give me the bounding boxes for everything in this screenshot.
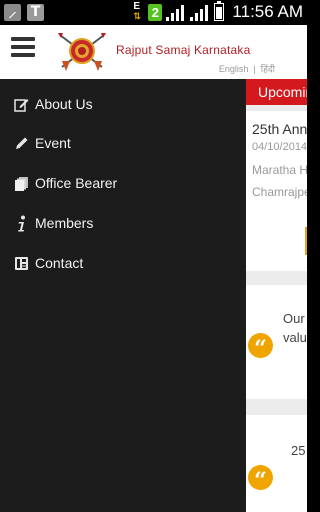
menu-item-about-us[interactable]: About Us: [0, 84, 246, 124]
data-arrows: ⇅: [133, 11, 141, 21]
menu-item-label: Contact: [35, 255, 84, 271]
menu-item-label: About Us: [35, 96, 93, 112]
quote-icon: “: [248, 465, 273, 494]
menu-item-event[interactable]: Event: [0, 123, 246, 163]
menu-item-contact[interactable]: Contact: [0, 243, 246, 283]
menu-item-office-bearer[interactable]: Office Bearer: [0, 163, 246, 203]
event-city: Chamrajpet: [252, 185, 307, 199]
clock: 11:56 AM: [232, 2, 303, 21]
battery-icon: [214, 1, 225, 21]
hamburger-icon[interactable]: [11, 37, 35, 57]
notification-icons: T: [4, 4, 44, 21]
system-icons: E ⇅ 2 11:56 AM: [132, 1, 303, 22]
status-bar: T E ⇅ 2 11:56 AM: [0, 0, 307, 25]
navigation-drawer: About Us Event Office Bearer Members Con…: [0, 79, 246, 512]
rajput-samaj-crest-logo: [58, 33, 106, 71]
tab-upcoming[interactable]: Upcoming: [246, 79, 307, 105]
signal-icon: [190, 4, 210, 21]
pencil-icon: [13, 135, 29, 151]
edit-icon: [13, 96, 29, 112]
menu-item-label: Event: [35, 135, 71, 151]
event-venue: Maratha Hostel: [252, 163, 307, 177]
event-card[interactable]: 25th Anniversary 04/10/2014 Maratha Host…: [246, 111, 307, 271]
event-title: 25th Anniversary: [252, 121, 307, 137]
gallery-icon: [4, 4, 21, 21]
menu-item-label: Office Bearer: [35, 175, 118, 191]
app-header: Rajput Samaj Karnataka English | हिंदी: [0, 25, 307, 79]
quote-icon: “: [248, 333, 273, 362]
quote-line: 25: [291, 443, 306, 458]
language-switcher: English | हिंदी: [219, 62, 275, 75]
lang-english-link[interactable]: English: [219, 64, 249, 74]
quote-card: “ 25: [246, 415, 307, 512]
sim-slot-badge: 2: [148, 3, 163, 21]
phone-book-icon: [13, 255, 29, 271]
event-accent-bar: [305, 227, 307, 255]
documents-icon: [13, 175, 29, 191]
quote-card: “ Our value: [246, 285, 307, 399]
signal-icon: [166, 4, 186, 21]
menu-item-members[interactable]: Members: [0, 203, 246, 243]
event-date: 04/10/2014: [252, 141, 307, 153]
quote-line: Our: [283, 311, 305, 326]
text-icon: T: [27, 4, 44, 21]
quote-line: value: [283, 330, 307, 345]
info-icon: [13, 215, 29, 231]
main-content: Upcoming 25th Anniversary 04/10/2014 Mar…: [246, 79, 307, 512]
app-title: Rajput Samaj Karnataka: [116, 43, 251, 57]
data-arrows-icon: E ⇅: [132, 1, 144, 22]
lang-separator: |: [253, 64, 256, 74]
menu-item-label: Members: [35, 215, 94, 231]
lang-hindi-link[interactable]: हिंदी: [261, 64, 275, 74]
